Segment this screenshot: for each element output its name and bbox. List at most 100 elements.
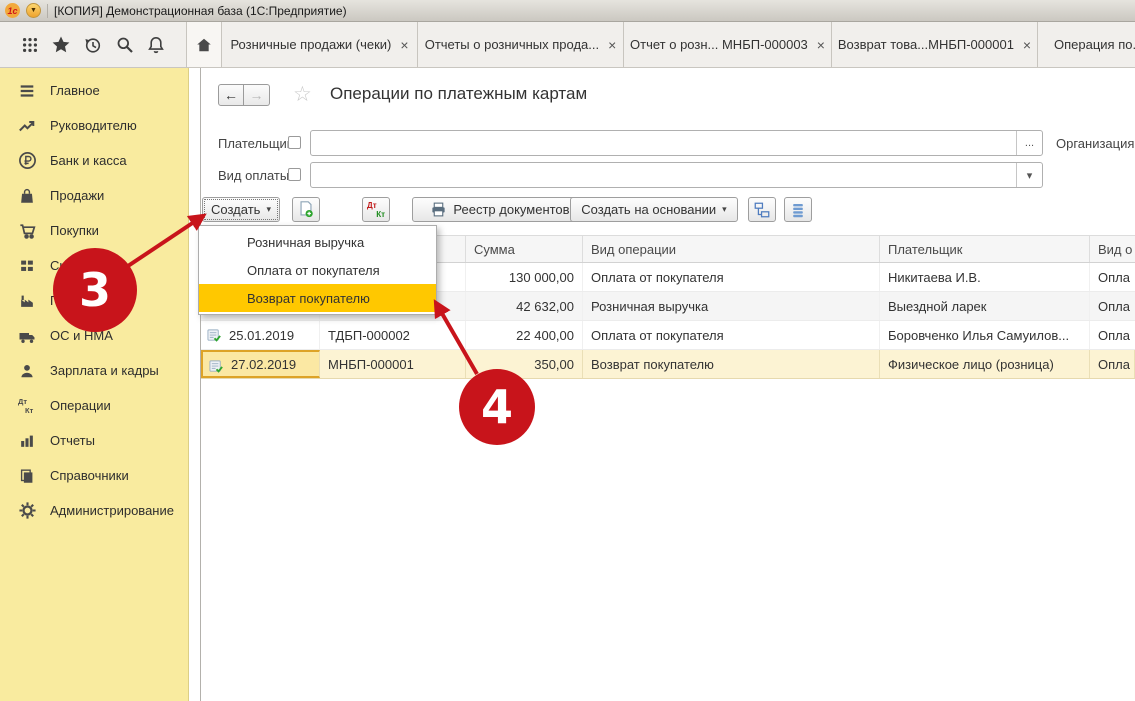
payer-picker-button[interactable]: ...	[1016, 131, 1042, 155]
apps-menu-icon[interactable]	[18, 33, 42, 57]
create-button[interactable]: Создать ▾	[202, 197, 280, 222]
sidebar-item-reports[interactable]: Отчеты	[0, 423, 188, 458]
list-icon	[790, 201, 806, 219]
page-title: Операции по платежным картам	[330, 84, 587, 104]
menu-item-payment-from-customer[interactable]: Оплата от покупателя	[199, 256, 436, 284]
notifications-bell-icon[interactable]	[144, 33, 168, 57]
sidebar-item-payroll-hr[interactable]: Зарплата и кадры	[0, 353, 188, 388]
tab-label: Розничные продажи (чеки)	[230, 37, 391, 52]
sidebar-item-directories[interactable]: Справочники	[0, 458, 188, 493]
section-sidebar: Главное Руководителю Банк и касса Продаж…	[0, 68, 189, 701]
annotation-step-3: 3	[53, 248, 137, 332]
cell-sum: 130 000,00	[466, 263, 583, 291]
column-header-payer[interactable]: Плательщик	[880, 236, 1090, 262]
home-tab[interactable]	[186, 22, 222, 67]
sidebar-item-label: Главное	[50, 83, 100, 98]
documents-register-button[interactable]: Реестр документов	[412, 197, 588, 222]
cell-operation: Розничная выручка	[583, 292, 880, 320]
cell-sum: 42 632,00	[466, 292, 583, 320]
cell-operation: Оплата от покупателя	[583, 321, 880, 349]
tab-card-operation[interactable]: Операция по...	[1038, 22, 1135, 67]
table-row[interactable]: 25.01.2019 ТДБП-000002 22 400,00 Оплата …	[201, 321, 1135, 350]
sidebar-item-operations[interactable]: ДтКт Операции	[0, 388, 188, 423]
cell-payment-type: Опла	[1090, 263, 1135, 291]
document-plus-icon	[297, 200, 315, 219]
window-title: [КОПИЯ] Демонстрационная база (1С:Предпр…	[54, 4, 347, 18]
table-row-selected[interactable]: 27.02.2019 МНБП-000001 350,00 Возврат по…	[201, 350, 1135, 379]
history-icon[interactable]	[81, 33, 105, 57]
documents-register-label: Реестр документов	[453, 202, 569, 217]
home-icon	[195, 36, 213, 54]
create-button-label: Создать	[211, 202, 260, 217]
svg-text:Кт: Кт	[25, 406, 34, 415]
favorite-toggle-icon[interactable]: ☆	[293, 82, 312, 107]
show-postings-button[interactable]: Дт Кт	[362, 197, 390, 222]
sidebar-item-label: Операции	[50, 398, 111, 413]
quick-access-panel	[0, 22, 186, 67]
payer-filter-label: Плательщик:	[218, 136, 296, 151]
bar-chart-icon	[17, 431, 37, 451]
payment-type-dropdown-button[interactable]: ▾	[1016, 163, 1042, 187]
column-header-sum[interactable]: Сумма	[466, 236, 583, 262]
back-button[interactable]: ←	[218, 84, 244, 106]
shopping-bag-icon	[17, 186, 37, 206]
trend-arrow-icon	[17, 116, 37, 136]
organization-label: Организация:	[1056, 136, 1135, 151]
tab-goods-return[interactable]: Возврат това...МНБП-000001 ×	[832, 22, 1038, 67]
sidebar-item-label: Зарплата и кадры	[50, 363, 159, 378]
tab-retail-report-doc[interactable]: Отчет о розн... МНБП-000003 ×	[624, 22, 832, 67]
posted-document-icon	[207, 328, 222, 343]
payment-type-filter-checkbox[interactable]	[288, 168, 301, 181]
close-icon[interactable]: ×	[400, 38, 408, 52]
search-icon[interactable]	[113, 33, 137, 57]
cell-payment-type: Опла	[1090, 292, 1135, 320]
tab-retail-reports[interactable]: Отчеты о розничных прода... ×	[418, 22, 624, 67]
tab-label: Отчеты о розничных прода...	[425, 37, 599, 52]
cell-date-selected: 27.02.2019	[201, 350, 320, 378]
chevron-down-icon: ▾	[722, 204, 727, 215]
close-icon[interactable]: ×	[1023, 38, 1031, 52]
sidebar-item-manager[interactable]: Руководителю	[0, 108, 188, 143]
printer-icon	[430, 201, 447, 218]
close-icon[interactable]: ×	[608, 38, 616, 52]
sidebar-item-label: Администрирование	[50, 503, 174, 518]
tab-label: Возврат това...МНБП-000001	[838, 37, 1014, 52]
forward-button[interactable]: →	[244, 84, 270, 106]
payer-filter-checkbox[interactable]	[288, 136, 301, 149]
column-header-operation[interactable]: Вид операции	[583, 236, 880, 262]
payer-filter-field: ...	[310, 130, 1043, 156]
payment-type-input[interactable]	[315, 164, 1012, 186]
sidebar-item-label: Покупки	[50, 223, 99, 238]
list-settings-button[interactable]	[784, 197, 812, 222]
cell-payment-type: Опла	[1090, 321, 1135, 349]
payer-input[interactable]	[315, 132, 1012, 154]
person-icon	[17, 361, 37, 381]
menu-item-return-to-customer[interactable]: Возврат покупателю	[199, 284, 436, 312]
menu-item-retail-revenue[interactable]: Розничная выручка	[199, 228, 436, 256]
cell-payment-type: Опла	[1090, 350, 1135, 378]
tab-bar: Розничные продажи (чеки) × Отчеты о розн…	[0, 22, 1135, 68]
ruble-circle-icon	[17, 151, 37, 171]
create-based-on-label: Создать на основании	[581, 202, 716, 217]
column-header-payment-type[interactable]: Вид о	[1090, 236, 1135, 262]
close-icon[interactable]: ×	[817, 38, 825, 52]
sidebar-item-label: Руководителю	[50, 118, 137, 133]
window-menu-button[interactable]: ▼	[26, 3, 41, 18]
warehouse-grid-icon	[17, 256, 37, 276]
sidebar-item-bank-cash[interactable]: Банк и касса	[0, 143, 188, 178]
cell-operation: Возврат покупателю	[583, 350, 880, 378]
cell-sum: 22 400,00	[466, 321, 583, 349]
sidebar-item-label: Отчеты	[50, 433, 95, 448]
sidebar-item-administration[interactable]: Администрирование	[0, 493, 188, 528]
sidebar-item-label: Продажи	[50, 188, 104, 203]
create-based-on-button[interactable]: Создать на основании ▾	[570, 197, 738, 222]
sidebar-item-main[interactable]: Главное	[0, 73, 188, 108]
tab-label: Операция по...	[1054, 37, 1135, 52]
favorites-star-icon[interactable]	[49, 33, 73, 57]
create-copy-button[interactable]	[292, 197, 320, 222]
sidebar-item-sales[interactable]: Продажи	[0, 178, 188, 213]
sidebar-item-purchases[interactable]: Покупки	[0, 213, 188, 248]
dt-kt-icon: ДтКт	[17, 396, 37, 416]
related-documents-button[interactable]	[748, 197, 776, 222]
tab-retail-sales[interactable]: Розничные продажи (чеки) ×	[222, 22, 418, 67]
